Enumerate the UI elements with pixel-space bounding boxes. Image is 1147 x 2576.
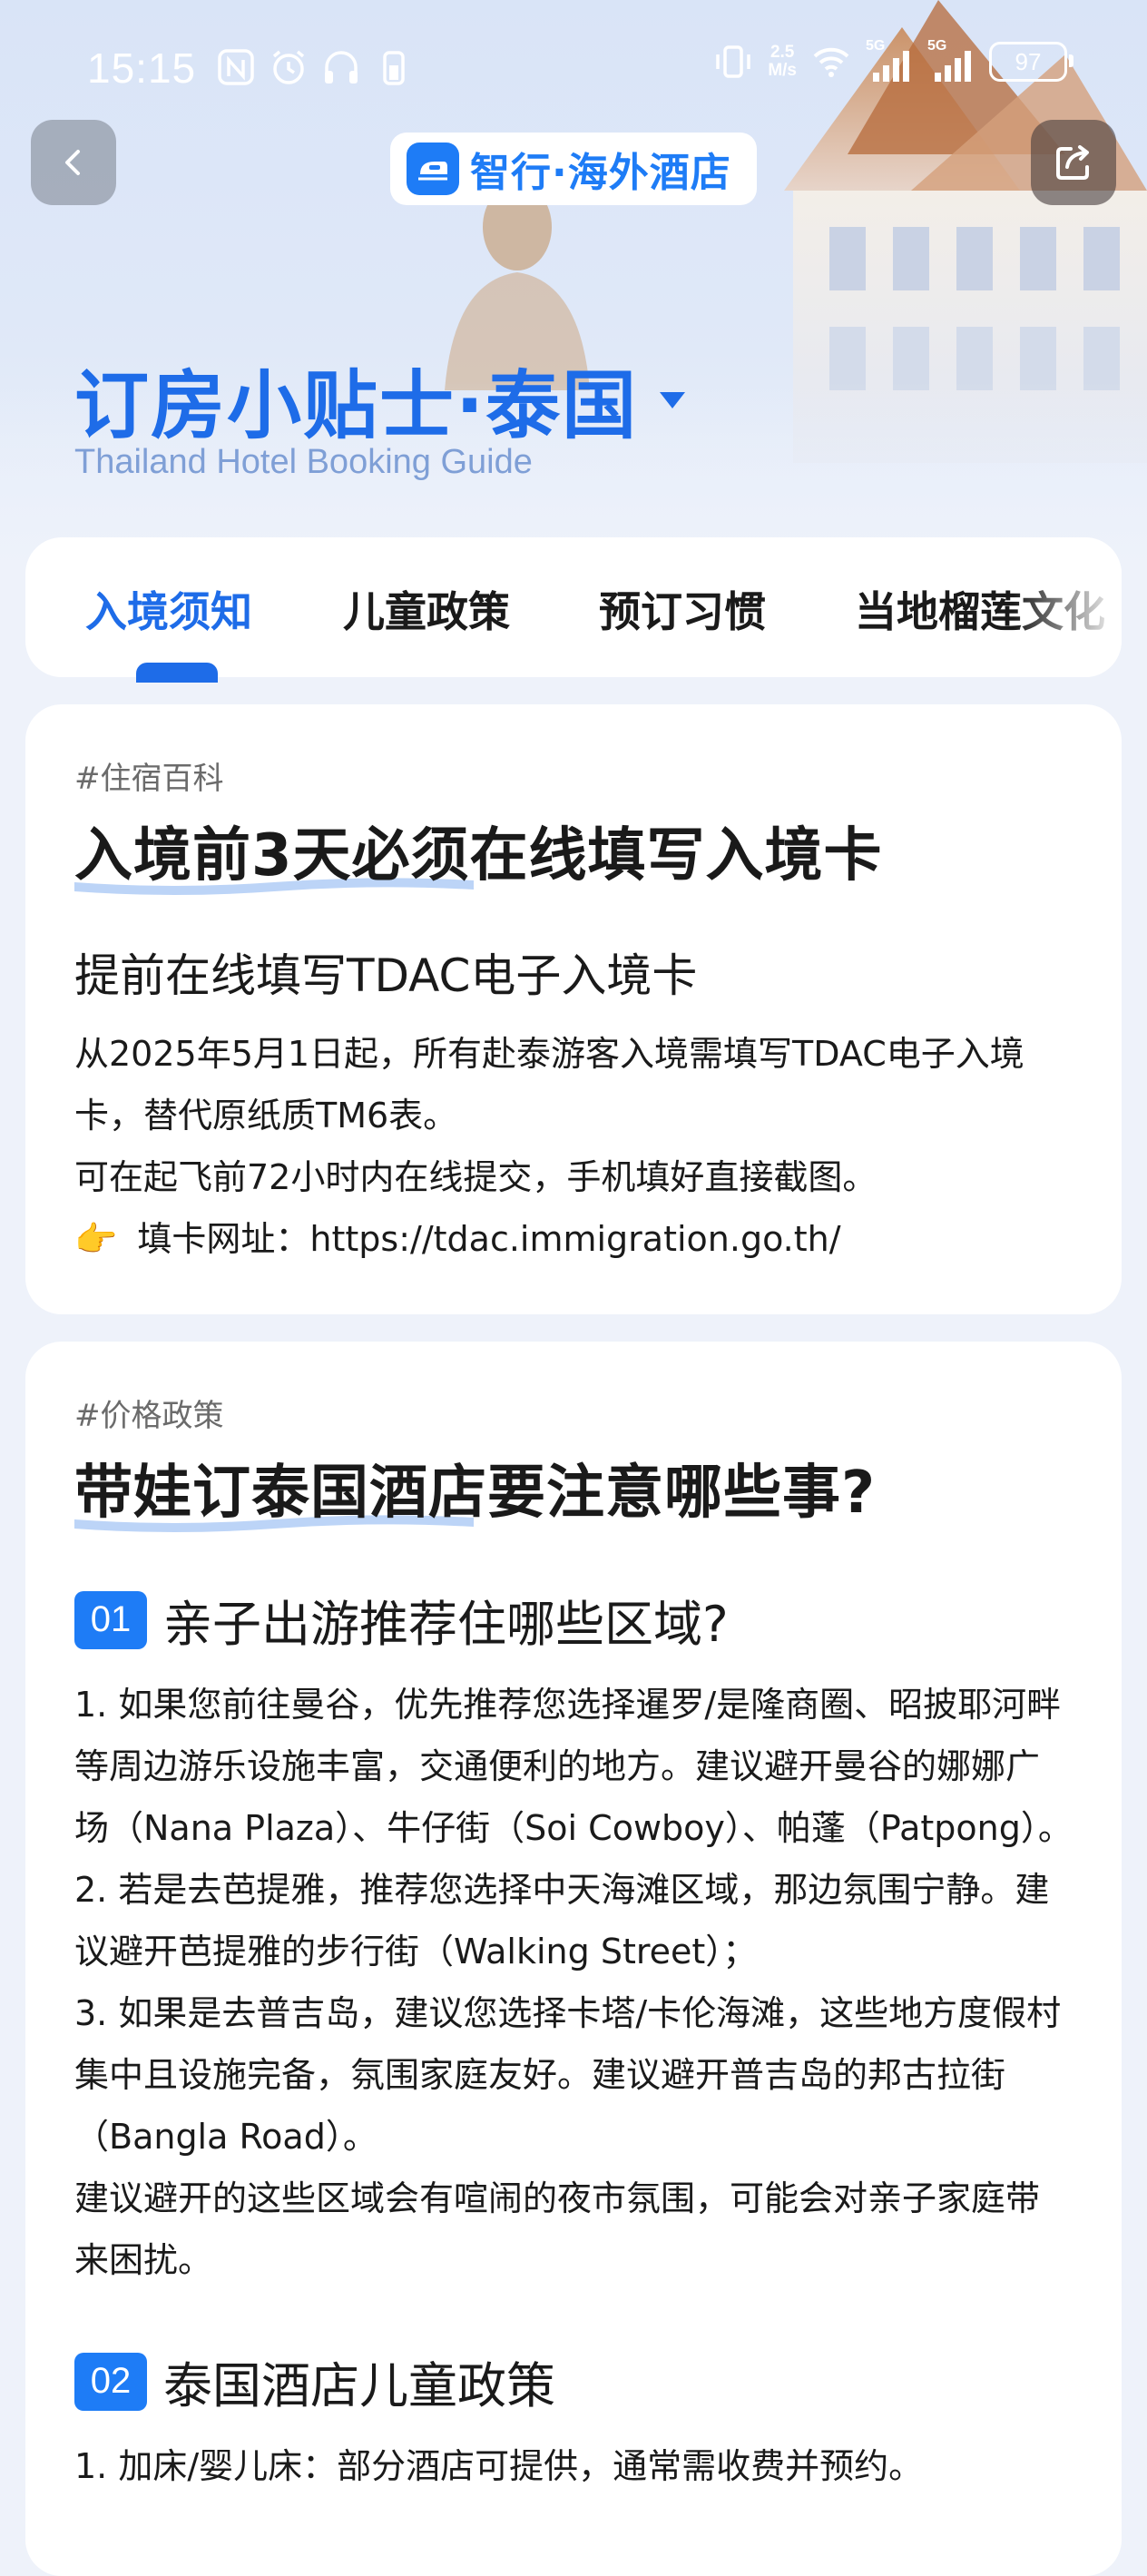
wifi-icon [813, 47, 849, 77]
paragraph: 可在起飞前72小时内在线提交，手机填好直接截图。 [74, 1157, 877, 1197]
chevron-left-icon [65, 150, 80, 175]
card-entry-card: #住宿百科 入境前3天必须在线填写入境卡 提前在线填写TDAC电子入境卡 从20… [25, 704, 1122, 1314]
link-line[interactable]: 👉 填卡网址：https://tdac.immigration.go.th/ [74, 1208, 1073, 1270]
brand-badge: 智行·海外酒店 [390, 133, 757, 205]
page-title[interactable]: 订房小贴士·泰国 [74, 345, 687, 453]
headphones-icon [325, 51, 358, 84]
status-time: 15:15 [87, 44, 197, 92]
page-title-text: 订房小贴士·泰国 [74, 363, 639, 449]
card-tag: #价格政策 [74, 1398, 224, 1434]
tab-entry-notice[interactable]: 入境须知 [85, 579, 252, 639]
pointing-hand-icon: 👉 [74, 1219, 118, 1259]
tdac-link[interactable]: 填卡网址：https://tdac.immigration.go.th/ [137, 1219, 840, 1259]
paragraph: 从2025年5月1日起，所有赴泰游客入境需填写TDAC电子入境卡，替代原纸质TM… [74, 1034, 1024, 1136]
signal-bars-icon [935, 51, 971, 82]
number-badge: 02 [74, 2352, 147, 2411]
section-body: 1. 如果您前往曼谷，优先推荐您选择暹罗/是隆商圈、昭披耶河畔等周边游乐设施丰富… [74, 1674, 1073, 2291]
nfc-icon [218, 49, 254, 85]
section-title: 泰国酒店儿童政策 [163, 2357, 555, 2414]
signal-2: 5G [927, 38, 975, 82]
active-tab-indicator [136, 663, 218, 683]
signal-bars-icon [873, 51, 909, 82]
paragraph: 3. 如果是去普吉岛，建议您选择卡塔/卡伦海滩，这些地方度假村集中且设施完备，氛… [74, 1993, 1062, 2157]
paragraph: 1. 加床/婴儿床：部分酒店可提供，通常需收费并预约。 [74, 2446, 924, 2486]
card-tag: #住宿百科 [74, 761, 224, 797]
section-header-01: 01 亲子出游推荐住哪些区域? [74, 1584, 1073, 1656]
tab-bar: 入境须知 儿童政策 预订习惯 当地榴莲文化 [25, 537, 1122, 677]
card-title: 入境前3天必须在线填写入境卡 [74, 809, 883, 895]
caret-down-icon[interactable] [658, 388, 687, 410]
tab-booking-habits[interactable]: 预订习惯 [599, 579, 766, 639]
paragraph: 建议避开的这些区域会有喧闹的夜市氛围，可能会对亲子家庭带来困扰。 [74, 2178, 1041, 2280]
status-bar: 15:15 2.5 M/s 5G 5G 97 [0, 0, 1147, 145]
page-subtitle: Thailand Hotel Booking Guide [74, 443, 533, 481]
share-button[interactable] [1031, 120, 1116, 205]
alarm-icon [272, 50, 305, 84]
network-speed: 2.5 M/s [768, 43, 797, 80]
earbuds-battery-icon [383, 51, 405, 85]
battery-indicator: 97 [989, 42, 1073, 82]
back-button[interactable] [31, 120, 116, 205]
section-body: 1. 加床/婴儿床：部分酒店可提供，通常需收费并预约。 [74, 2435, 1073, 2497]
card-kids-hotel: #价格政策 带娃订泰国酒店要注意哪些事? 01 亲子出游推荐住哪些区域? 1. … [25, 1342, 1122, 2576]
number-badge: 01 [74, 1590, 147, 1649]
section-heading: 提前在线填写TDAC电子入境卡 [74, 949, 698, 1002]
vibrate-icon [716, 45, 751, 78]
train-logo-icon [407, 143, 459, 195]
share-icon [1056, 145, 1089, 180]
paragraph: 1. 如果您前往曼谷，优先推荐您选择暹罗/是隆商圈、昭披耶河畔等周边游乐设施丰富… [74, 1685, 1073, 1848]
section-title: 亲子出游推荐住哪些区域? [163, 1596, 729, 1653]
card-body: 从2025年5月1日起，所有赴泰游客入境需填写TDAC电子入境卡，替代原纸质TM… [74, 1023, 1073, 1270]
brand-name: 智行·海外酒店 [470, 150, 731, 196]
paragraph: 2. 若是去芭提雅，推荐您选择中天海滩区域，那边氛围宁静。建议避开芭提雅的步行街… [74, 1870, 1050, 1971]
section-header-02: 02 泰国酒店儿童政策 [74, 2345, 1073, 2417]
card-title: 带娃订泰国酒店要注意哪些事? [74, 1446, 876, 1532]
tab-child-policy[interactable]: 儿童政策 [343, 579, 510, 639]
signal-1: 5G [866, 38, 913, 82]
